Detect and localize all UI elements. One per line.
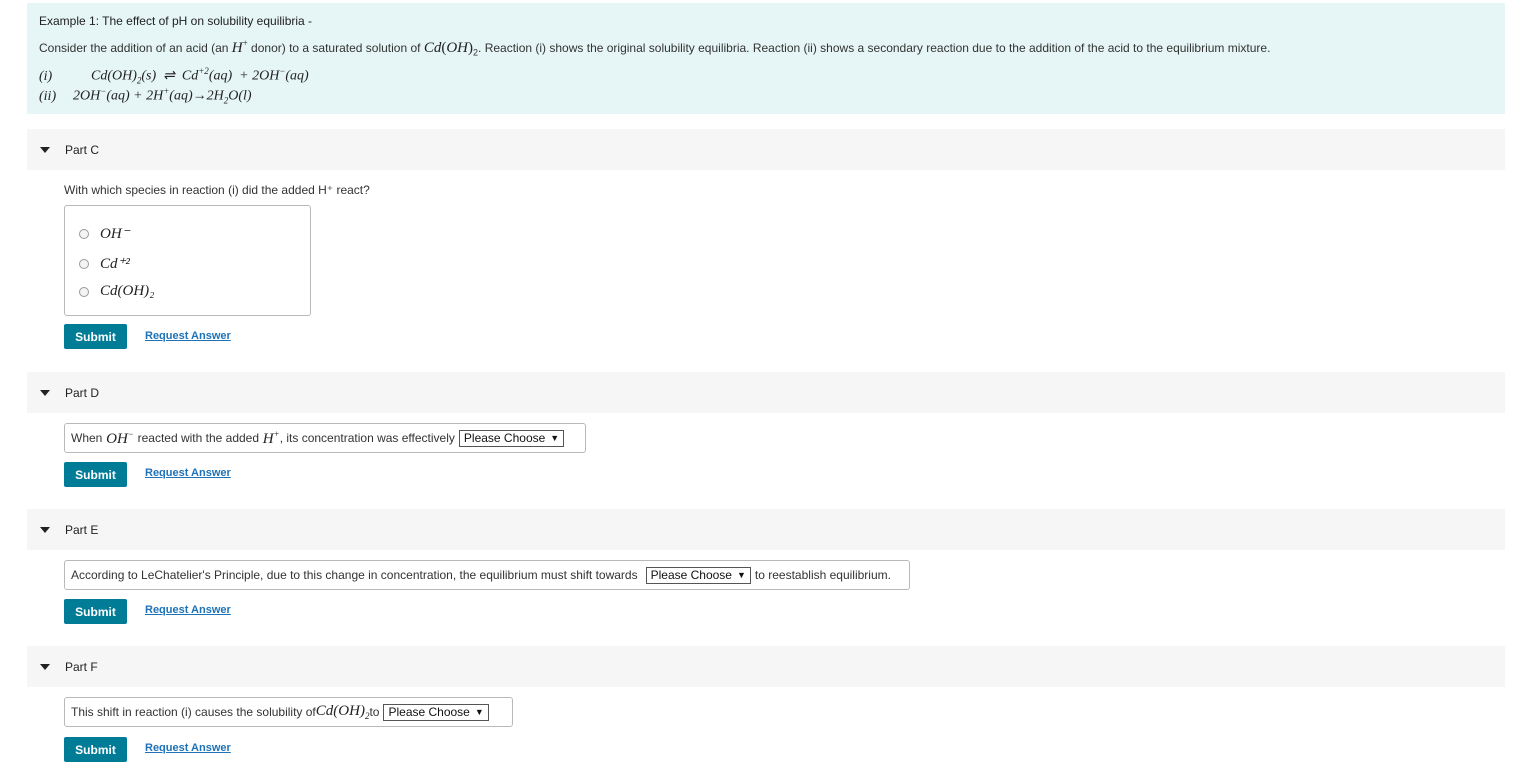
part-d-header[interactable]: Part D (27, 372, 1505, 413)
choice-label: OH⁻ (100, 226, 130, 242)
part-c-choices: OH⁻ Cd⁺² Cd(OH)₂ (64, 205, 311, 316)
part-f-header[interactable]: Part F (27, 646, 1505, 687)
part-e-submit-button[interactable]: Submit (64, 599, 127, 624)
caret-down-icon[interactable] (40, 146, 50, 153)
reactions: (i) Cd(OH)2(s) ⇌ Cd+2(aq) + 2OH−(aq) (ii… (39, 66, 1493, 106)
dropdown-arrow-icon: ▼ (736, 570, 746, 580)
choice-label: Cd⁺² (100, 256, 130, 272)
reaction-i-equation: Cd(OH)2(s) ⇌ Cd+2(aq) + 2OH−(aq) (91, 66, 309, 86)
choice-cd-plus2[interactable]: Cd⁺² (79, 254, 130, 273)
dropdown-arrow-icon: ▼ (550, 433, 560, 443)
part-e-request-answer-link[interactable]: Request Answer (145, 604, 231, 616)
caret-down-icon[interactable] (40, 526, 50, 533)
part-d-sentence: When OH− reacted with the added H+ , its… (64, 423, 586, 453)
part-f-sentence: This shift in reaction (i) causes the so… (64, 697, 513, 727)
cd-oh2-formula: Cd (423, 40, 442, 56)
cd-oh2-formula: Cd(OH)2 (315, 703, 370, 721)
part-f-submit-button[interactable]: Submit (64, 737, 127, 762)
part-f-select[interactable]: Please Choose ▼ (383, 703, 489, 721)
part-f-title: Part F (65, 659, 98, 674)
choice-cd-oh2[interactable]: Cd(OH)₂ (79, 283, 154, 300)
part-c-header[interactable]: Part C (27, 129, 1505, 170)
part-c-question: With which species in reaction (i) did t… (64, 183, 370, 197)
part-e-select[interactable]: Please Choose ▼ (645, 566, 751, 584)
h-plus-formula: H+ (231, 38, 248, 56)
caret-down-icon[interactable] (40, 663, 50, 670)
oh-minus-formula: OH− (102, 428, 134, 447)
reaction-i: (i) Cd(OH)2(s) ⇌ Cd+2(aq) + 2OH−(aq) (39, 66, 309, 86)
example-description: Consider the addition of an acid (an H+ … (39, 38, 1271, 58)
part-d-select[interactable]: Please Choose ▼ (458, 429, 565, 447)
part-f-request-answer-link[interactable]: Request Answer (145, 742, 231, 754)
part-c-title: Part C (65, 142, 100, 157)
reaction-ii-equation: 2OH−(aq) + 2H+(aq)→2H2O(l) (73, 86, 252, 106)
part-e-header[interactable]: Part E (27, 509, 1505, 550)
caret-down-icon[interactable] (40, 389, 50, 396)
reaction-ii: (ii) 2OH−(aq) + 2H+(aq)→2H2O(l) (39, 86, 252, 106)
part-d-title: Part D (65, 385, 100, 400)
part-d-submit-button[interactable]: Submit (64, 462, 127, 487)
choice-oh-minus[interactable]: OH⁻ (79, 224, 130, 243)
part-d-request-answer-link[interactable]: Request Answer (145, 467, 231, 479)
h-plus-formula: H+ (259, 428, 280, 447)
choice-label: Cd(OH)₂ (100, 283, 155, 299)
example-title: Example 1: The effect of pH on solubilit… (39, 14, 313, 28)
dropdown-arrow-icon: ▼ (474, 707, 484, 717)
part-e-title: Part E (65, 522, 99, 537)
radio-button[interactable] (79, 228, 89, 239)
radio-button[interactable] (79, 258, 89, 269)
part-c-submit-button[interactable]: Submit (64, 324, 127, 349)
example-box: Example 1: The effect of pH on solubilit… (27, 3, 1505, 114)
part-c-request-answer-link[interactable]: Request Answer (145, 330, 231, 342)
part-e-sentence: According to LeChatelier's Principle, du… (64, 560, 910, 590)
radio-button[interactable] (79, 286, 89, 297)
